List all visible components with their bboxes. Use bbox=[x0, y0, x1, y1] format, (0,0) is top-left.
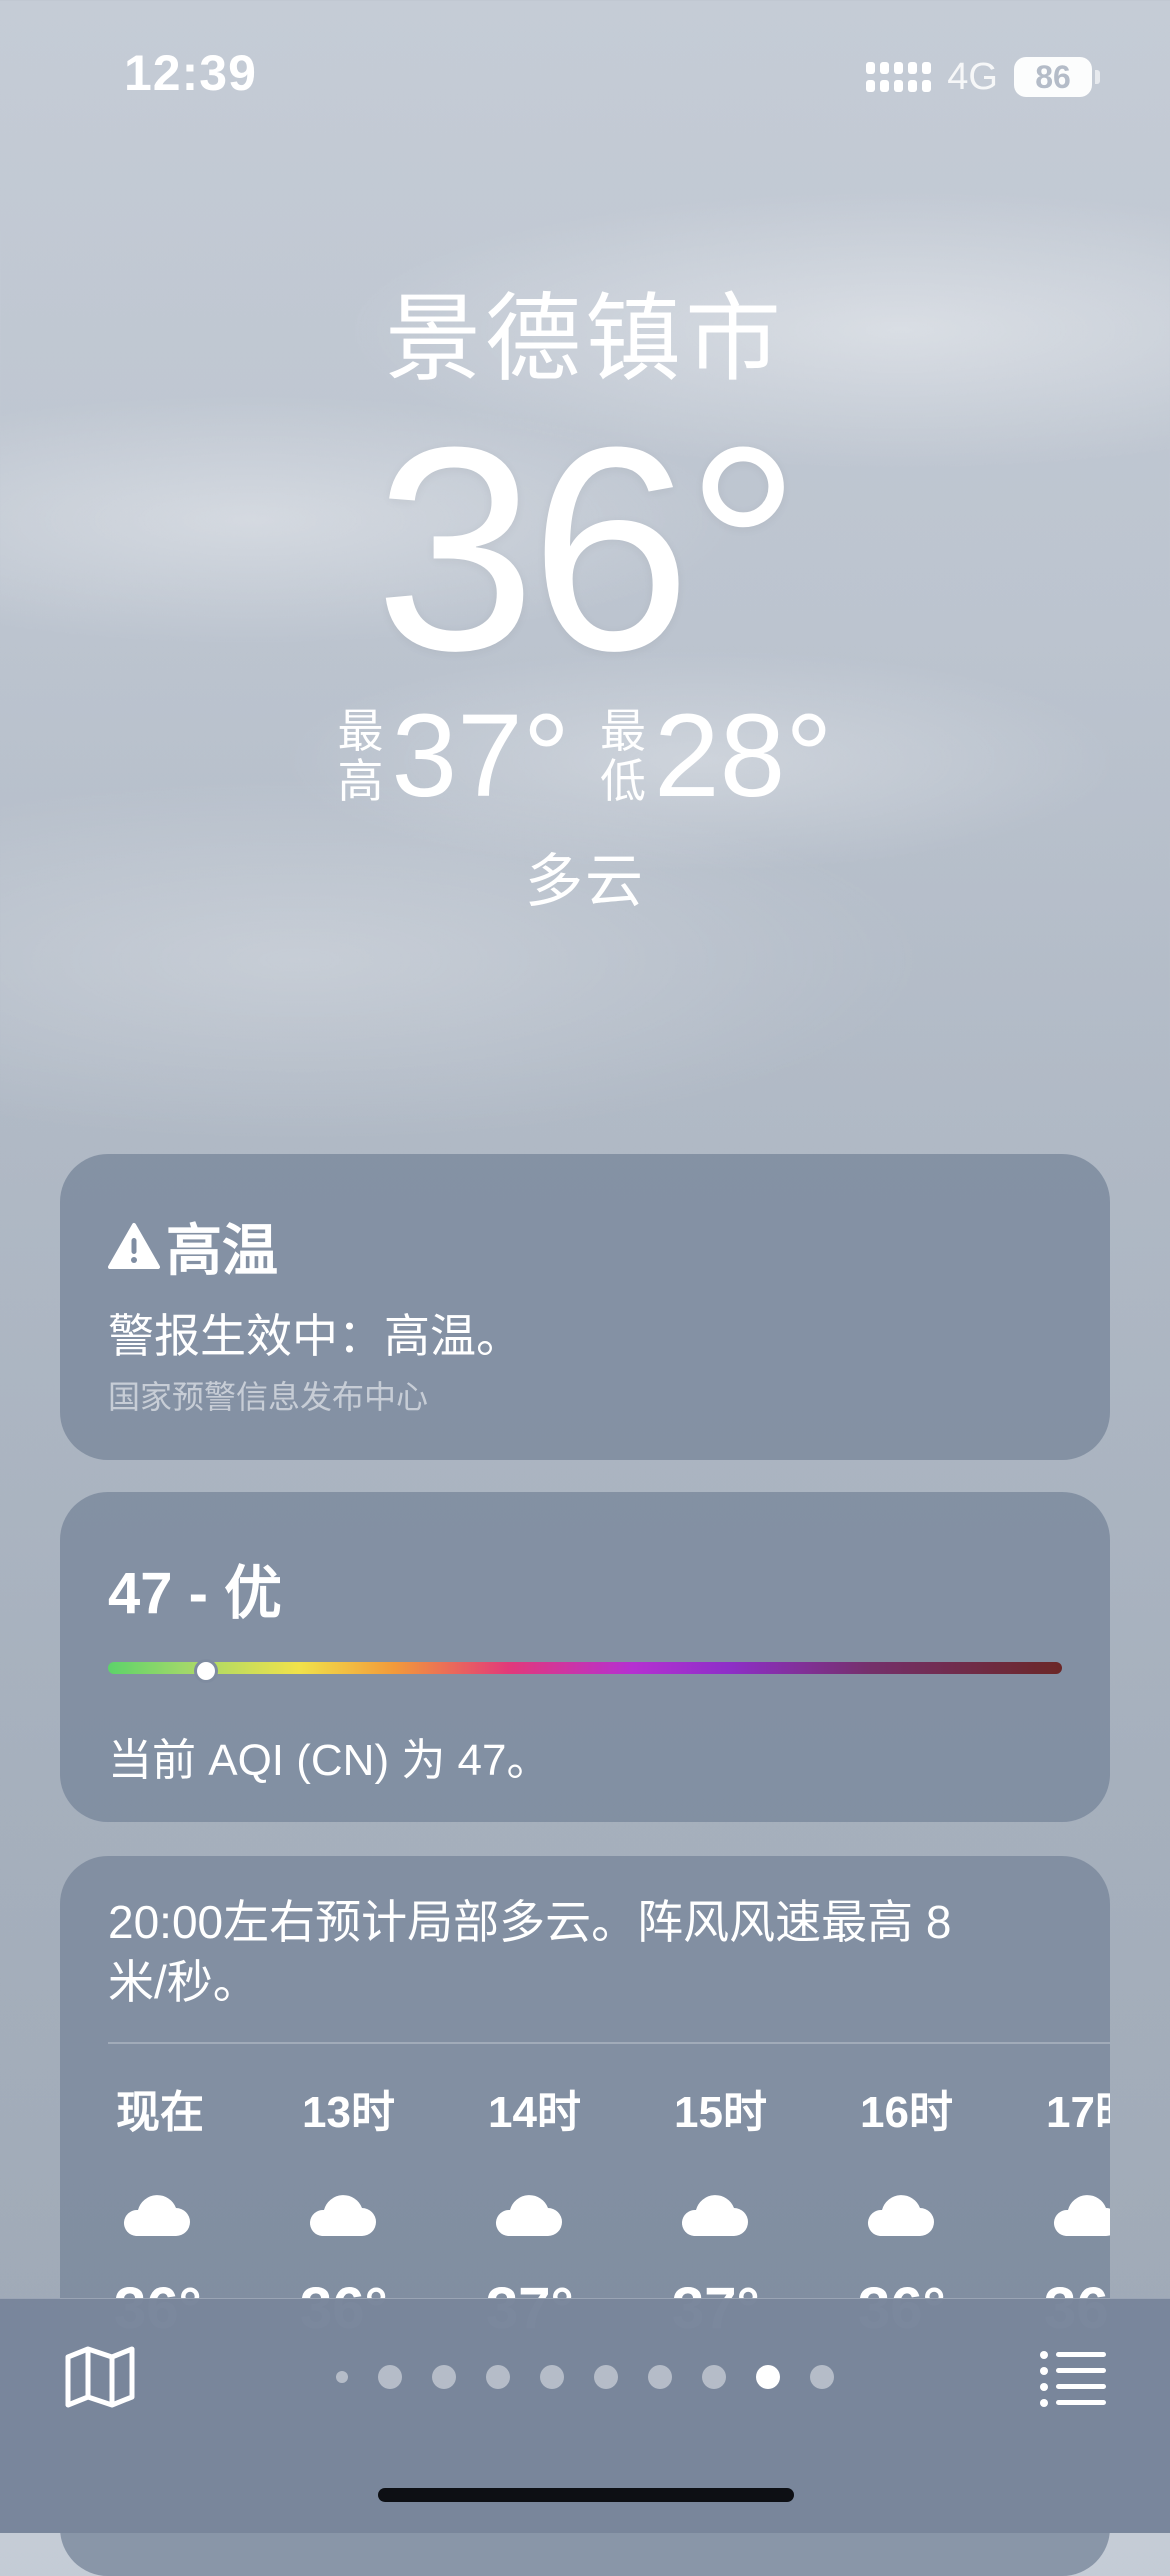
home-indicator[interactable] bbox=[378, 2488, 794, 2502]
cloud-icon bbox=[852, 2192, 1038, 2241]
aqi-marker bbox=[194, 1659, 219, 1683]
battery-level: 86 bbox=[1035, 58, 1071, 95]
page-dot[interactable] bbox=[702, 2365, 726, 2389]
list-icon bbox=[1040, 2351, 1106, 2407]
page-dot[interactable] bbox=[378, 2365, 402, 2389]
signal-icon bbox=[866, 62, 932, 92]
current-temperature: 36° bbox=[374, 387, 802, 711]
high-low: 最高 37° 最低 28° bbox=[0, 696, 1170, 816]
page-dot[interactable] bbox=[648, 2365, 672, 2389]
page-indicator[interactable] bbox=[0, 2365, 1170, 2389]
air-quality-card[interactable]: 47 - 优 当前 AQI (CN) 为 47。 bbox=[60, 1492, 1110, 1822]
cloud-icon bbox=[294, 2192, 480, 2241]
weather-condition: 多云 bbox=[524, 849, 645, 914]
high-label: 最高 bbox=[337, 705, 384, 807]
aqi-scale-bar bbox=[108, 1659, 1062, 1683]
cloud-icon bbox=[666, 2192, 852, 2241]
weather-header: 景德镇市 36° 最高 37° 最低 28° 多云 bbox=[0, 280, 1170, 918]
alert-title-row: 高温 bbox=[108, 1206, 278, 1287]
page-dot[interactable] bbox=[336, 2371, 348, 2383]
hour-label: 16时 bbox=[860, 2088, 953, 2137]
low-label: 最低 bbox=[600, 705, 646, 807]
hour-label: 现在 bbox=[116, 2088, 204, 2137]
hour-label: 14时 bbox=[488, 2088, 581, 2137]
aqi-description: 当前 AQI (CN) 为 47。 bbox=[108, 1736, 551, 1785]
page-dot[interactable] bbox=[594, 2365, 618, 2389]
cloud-icon bbox=[108, 2192, 294, 2241]
cloud-icon bbox=[1038, 2192, 1110, 2241]
alert-card[interactable]: 高温 警报生效中：高温。 国家预警信息发布中心 bbox=[60, 1154, 1110, 1460]
low-temp-group: 最低 28° bbox=[600, 696, 832, 816]
hourly-summary: 20:00左右预计局部多云。阵风风速最高 8米/秒。 bbox=[108, 1896, 952, 2008]
divider bbox=[108, 2042, 1110, 2044]
page-dot[interactable] bbox=[540, 2365, 564, 2389]
network-type: 4G bbox=[947, 55, 998, 98]
status-indicators: 4G 86 bbox=[866, 52, 1100, 102]
warning-icon bbox=[108, 1221, 160, 1273]
low-temperature: 28° bbox=[654, 690, 833, 822]
battery-icon: 86 bbox=[1014, 57, 1100, 97]
alert-title: 高温 bbox=[166, 1219, 278, 1282]
hour-label: 17时 bbox=[1046, 2088, 1110, 2137]
high-temperature: 37° bbox=[391, 690, 570, 822]
aqi-title: 47 - 优 bbox=[108, 1561, 283, 1626]
hour-label: 15时 bbox=[674, 2088, 767, 2137]
cloud-icon bbox=[480, 2192, 666, 2241]
city-list-button[interactable] bbox=[1038, 2343, 1108, 2413]
page-dot[interactable] bbox=[486, 2365, 510, 2389]
page-dot[interactable] bbox=[810, 2365, 834, 2389]
status-time: 12:39 bbox=[124, 45, 257, 101]
hour-label: 13时 bbox=[302, 2088, 395, 2137]
page-dot[interactable] bbox=[432, 2365, 456, 2389]
city-name: 景德镇市 bbox=[385, 286, 785, 393]
alert-source: 国家预警信息发布中心 bbox=[108, 1379, 429, 1415]
alert-text: 警报生效中：高温。 bbox=[108, 1310, 522, 1362]
status-bar: 12:39 4G 86 bbox=[0, 0, 1170, 150]
high-temp-group: 最高 37° bbox=[338, 696, 570, 816]
page-dot-active[interactable] bbox=[756, 2365, 780, 2389]
